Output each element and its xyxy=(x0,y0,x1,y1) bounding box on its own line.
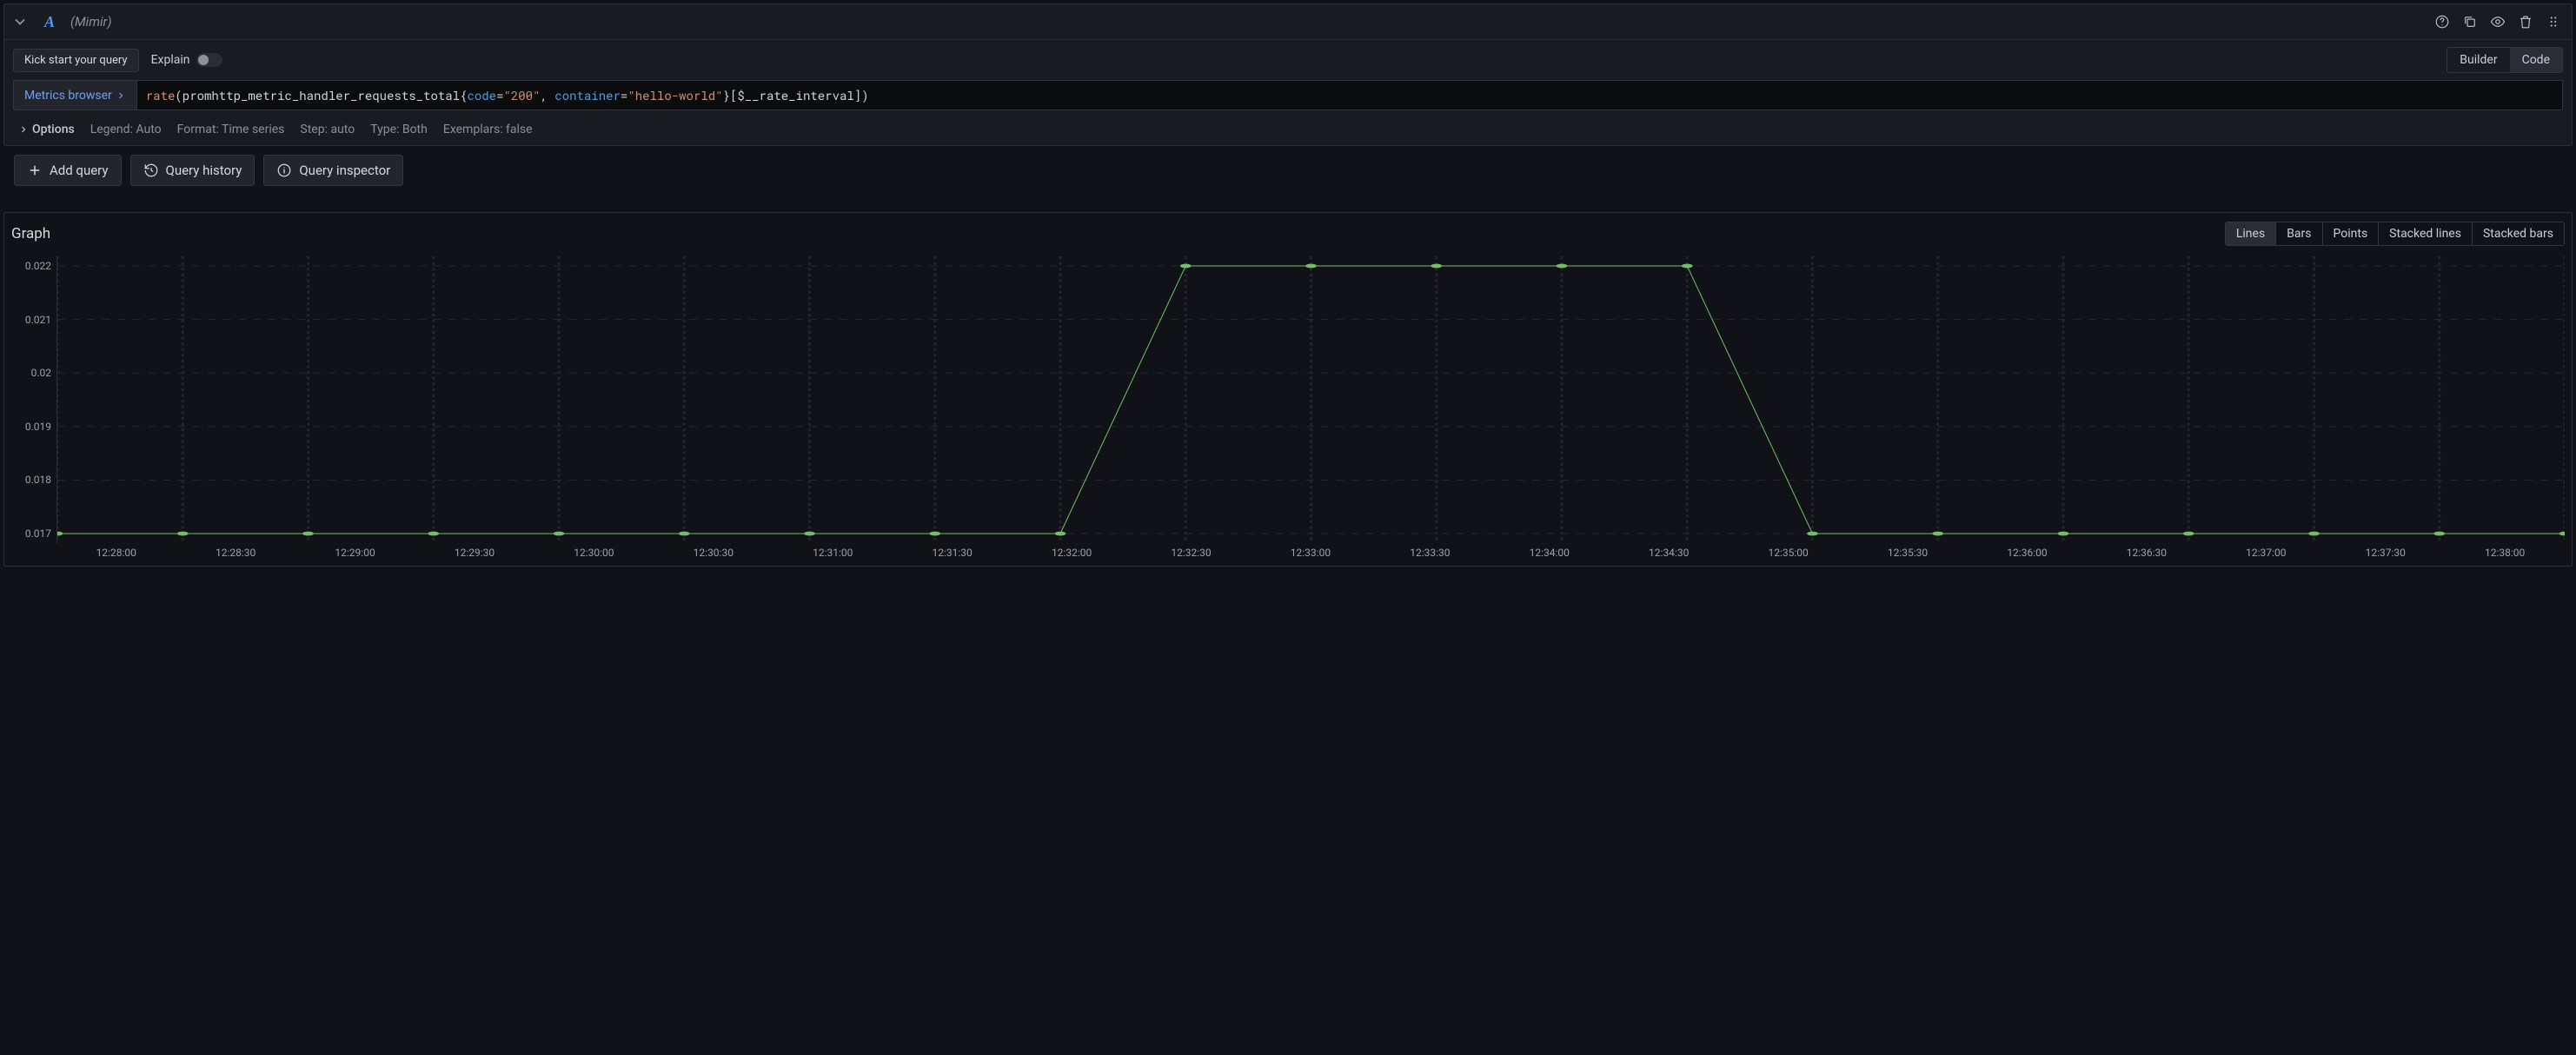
explain-label: Explain xyxy=(151,53,190,67)
copy-icon[interactable] xyxy=(2462,14,2478,30)
chart-area: 0.022 0.021 0.02 0.019 0.018 0.017 xyxy=(11,256,2565,543)
x-tick: 12:33:30 xyxy=(1371,547,1490,559)
query-editor-panel: A (Mimir) Kick start your query Explain xyxy=(3,3,2573,146)
x-tick: 12:38:00 xyxy=(2445,547,2564,559)
option-step: Step: auto xyxy=(300,123,355,136)
x-tick: 12:35:00 xyxy=(1729,547,1848,559)
x-tick: 12:31:00 xyxy=(773,547,893,559)
option-type: Type: Both xyxy=(370,123,428,136)
graph-title: Graph xyxy=(11,225,50,242)
x-tick: 12:31:30 xyxy=(893,547,1012,559)
query-history-button[interactable]: Query history xyxy=(130,155,256,186)
x-tick: 12:32:30 xyxy=(1132,547,1251,559)
chart-x-axis: 12:28:0012:28:3012:29:0012:29:3012:30:00… xyxy=(56,543,2565,559)
query-inspector-button[interactable]: Query inspector xyxy=(263,155,403,186)
add-query-button[interactable]: Add query xyxy=(14,155,122,186)
help-icon[interactable] xyxy=(2434,14,2450,30)
y-tick: 0.021 xyxy=(25,314,51,326)
x-tick: 12:35:30 xyxy=(1848,547,1967,559)
history-icon xyxy=(143,163,159,178)
builder-mode-button[interactable]: Builder xyxy=(2447,48,2509,72)
query-header: A (Mimir) xyxy=(4,4,2572,40)
x-tick: 12:28:30 xyxy=(176,547,295,559)
option-format: Format: Time series xyxy=(177,123,285,136)
options-toggle[interactable]: Options xyxy=(18,123,75,136)
x-tick: 12:28:00 xyxy=(56,547,176,559)
metrics-browser-button[interactable]: Metrics browser xyxy=(13,80,136,110)
x-tick: 12:29:30 xyxy=(415,547,534,559)
x-tick: 12:36:30 xyxy=(2087,547,2206,559)
chart-plot-area[interactable] xyxy=(56,256,2565,543)
code-mode-button[interactable]: Code xyxy=(2510,48,2562,72)
editor-mode-group: Builder Code xyxy=(2447,47,2563,73)
query-toolbar: Kick start your query Explain Builder Co… xyxy=(4,40,2572,80)
trash-icon[interactable] xyxy=(2518,14,2533,30)
chart-style-points[interactable]: Points xyxy=(2322,222,2379,245)
x-tick: 12:32:00 xyxy=(1012,547,1131,559)
kick-start-button[interactable]: Kick start your query xyxy=(13,49,139,72)
chart-style-lines[interactable]: Lines xyxy=(2226,222,2275,245)
x-tick: 12:33:00 xyxy=(1251,547,1370,559)
query-editor-row: Metrics browser rate(promhttp_metric_han… xyxy=(4,80,2572,116)
datasource-name: (Mimir) xyxy=(70,14,112,30)
x-tick: 12:30:30 xyxy=(654,547,773,559)
x-tick: 12:36:00 xyxy=(1968,547,2087,559)
x-tick: 12:29:00 xyxy=(295,547,415,559)
query-letter-badge: A xyxy=(37,10,62,34)
query-options-row: Options Legend: Auto Format: Time series… xyxy=(4,116,2572,145)
explain-toggle[interactable] xyxy=(196,53,222,67)
chart-style-stacked-bars[interactable]: Stacked bars xyxy=(2472,222,2564,245)
y-tick: 0.022 xyxy=(25,260,51,272)
y-tick: 0.019 xyxy=(25,421,51,433)
option-exemplars: Exemplars: false xyxy=(443,123,533,136)
x-tick: 12:34:30 xyxy=(1609,547,1728,559)
plus-icon xyxy=(27,163,43,178)
y-tick: 0.017 xyxy=(25,528,51,540)
x-tick: 12:37:00 xyxy=(2207,547,2326,559)
visibility-icon[interactable] xyxy=(2490,14,2506,30)
graph-panel: Graph LinesBarsPointsStacked linesStacke… xyxy=(3,212,2573,567)
chart-style-group: LinesBarsPointsStacked linesStacked bars xyxy=(2225,222,2565,246)
actions-row: Add query Query history Query inspector xyxy=(3,146,2573,198)
chart-y-axis: 0.022 0.021 0.02 0.019 0.018 0.017 xyxy=(11,256,56,543)
info-icon xyxy=(276,163,292,178)
y-tick: 0.02 xyxy=(31,367,51,379)
x-tick: 12:37:30 xyxy=(2326,547,2445,559)
chart-style-stacked-lines[interactable]: Stacked lines xyxy=(2378,222,2472,245)
option-legend: Legend: Auto xyxy=(90,123,162,136)
x-tick: 12:34:00 xyxy=(1490,547,1609,559)
chart-style-bars[interactable]: Bars xyxy=(2275,222,2321,245)
x-tick: 12:30:00 xyxy=(534,547,654,559)
collapse-toggle[interactable] xyxy=(11,13,29,30)
drag-handle-icon[interactable] xyxy=(2546,14,2561,30)
y-tick: 0.018 xyxy=(25,474,51,486)
query-code-editor[interactable]: rate(promhttp_metric_handler_requests_to… xyxy=(136,80,2563,110)
